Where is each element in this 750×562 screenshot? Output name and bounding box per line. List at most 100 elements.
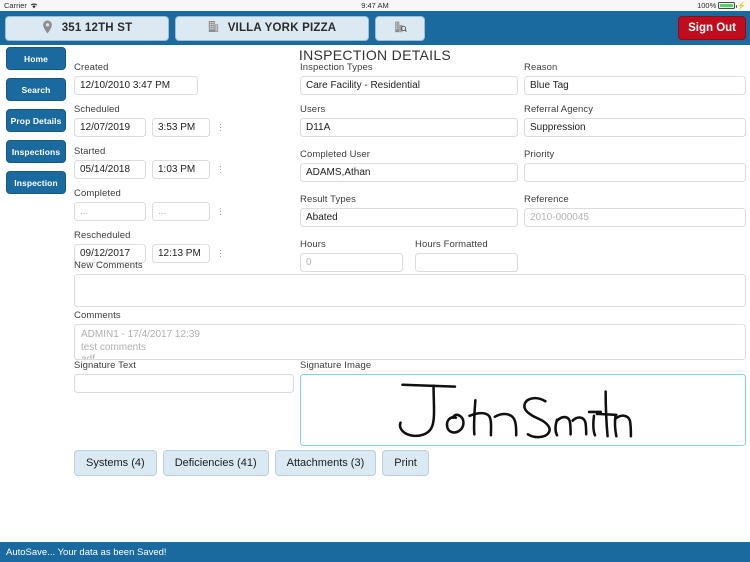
field-scheduled: Scheduled 12/07/2019 3:53 PM xyxy=(74,104,288,137)
started-row: 05/14/2018 1:03 PM xyxy=(74,160,288,179)
field-rescheduled-label: Rescheduled xyxy=(74,230,131,241)
breadcrumb-business-label: VILLA YORK PIZZA xyxy=(227,22,337,34)
sidebar-item-prop-details[interactable]: Prop Details xyxy=(6,109,66,132)
completed-user-input[interactable]: ADAMS,Athan xyxy=(300,163,518,182)
deficiencies-button[interactable]: Deficiencies (41) xyxy=(162,450,269,476)
field-comments-label: Comments xyxy=(74,310,121,321)
print-button[interactable]: Print xyxy=(382,450,429,476)
field-signature-image-label: Signature Image xyxy=(300,360,372,371)
breadcrumb-address-button[interactable]: 351 12TH ST xyxy=(5,15,169,41)
sidebar-item-label: Search xyxy=(21,84,51,95)
field-started-label: Started xyxy=(74,146,106,157)
field-completed-user-label: Completed User xyxy=(300,149,371,160)
systems-button[interactable]: Systems (4) xyxy=(74,450,157,476)
field-reference-label: Reference xyxy=(524,194,569,205)
building-icon xyxy=(208,20,219,36)
attachments-label: Attachments (3) xyxy=(286,457,365,469)
users-input[interactable]: D11A xyxy=(300,118,518,137)
completed-more-icon[interactable] xyxy=(216,202,225,221)
field-result-types: Result Types Abated xyxy=(300,194,518,227)
field-referral-agency-label: Referral Agency xyxy=(524,104,594,115)
sidebar-item-label: Inspection xyxy=(14,177,58,188)
page-title: INSPECTION DETAILS xyxy=(298,47,452,63)
field-signature-text-label: Signature Text xyxy=(74,360,136,371)
field-created: Created 12/10/2010 3:47 PM xyxy=(74,62,288,95)
field-users-label: Users xyxy=(300,104,326,115)
field-inspection-types: Inspection Types Care Facility - Residen… xyxy=(300,62,518,95)
battery-percent-label: 100% xyxy=(697,1,717,10)
scheduled-date-input[interactable]: 12/07/2019 xyxy=(74,118,146,137)
attachments-button[interactable]: Attachments (3) xyxy=(274,450,377,476)
status-bar-clock: 9:47 AM xyxy=(361,1,389,10)
field-reason-label: Reason xyxy=(524,62,558,73)
completed-row: ... ... xyxy=(74,202,288,221)
scheduled-row: 12/07/2019 3:53 PM xyxy=(74,118,288,137)
print-label: Print xyxy=(394,457,417,469)
signout-label: Sign Out xyxy=(688,22,736,34)
breadcrumb-business-button[interactable]: VILLA YORK PIZZA xyxy=(175,15,369,41)
sidebar-item-label: Prop Details xyxy=(10,115,62,126)
signature-text-input[interactable] xyxy=(74,374,294,393)
app-root: Carrier 9:47 AM 100% ⚡ 351 12TH ST VILLA… xyxy=(0,0,750,562)
action-button-row: Systems (4) Deficiencies (41) Attachment… xyxy=(74,450,429,476)
sidebar-item-inspection[interactable]: Inspection xyxy=(6,171,66,194)
map-pin-icon xyxy=(42,20,53,37)
started-date-input[interactable]: 05/14/2018 xyxy=(74,160,146,179)
form-column-middle: Inspection Types Care Facility - Residen… xyxy=(300,62,518,272)
status-bar-left: Carrier xyxy=(4,1,38,10)
inspection-types-input[interactable]: Care Facility - Residential xyxy=(300,76,518,95)
started-more-icon[interactable] xyxy=(216,160,225,179)
started-time-input[interactable]: 1:03 PM xyxy=(152,160,210,179)
field-created-label: Created xyxy=(74,62,109,73)
sidebar-item-inspections[interactable]: Inspections xyxy=(6,140,66,163)
top-toolbar: 351 12TH ST VILLA YORK PIZZA Sign Out xyxy=(0,11,750,45)
field-referral-agency: Referral Agency Suppression xyxy=(524,104,746,137)
reason-input[interactable]: Blue Tag xyxy=(524,76,746,95)
field-inspection-types-label: Inspection Types xyxy=(300,62,373,73)
field-hours-formatted-label: Hours Formatted xyxy=(415,239,488,250)
systems-label: Systems (4) xyxy=(86,457,145,469)
field-signature-text: Signature Text xyxy=(74,360,294,393)
signout-button[interactable]: Sign Out xyxy=(678,16,746,40)
building-search-icon xyxy=(394,20,407,36)
form-column-left: Created 12/10/2010 3:47 PM Scheduled 12/… xyxy=(74,62,288,272)
status-bar-right: 100% ⚡ xyxy=(697,1,746,10)
field-completed: Completed ... ... xyxy=(74,188,288,221)
sidebar-nav: Home Search Prop Details Inspections Ins… xyxy=(6,47,66,194)
field-comments: Comments ADMIN1 - 17/4/2017 12:39 test c… xyxy=(74,310,746,360)
field-new-comments: New Comments xyxy=(74,260,746,307)
signature-image-canvas[interactable] xyxy=(300,374,746,446)
wifi-icon xyxy=(30,2,38,9)
field-users: Users D11A xyxy=(300,104,518,137)
battery-icon xyxy=(718,2,738,9)
ios-status-bar: Carrier 9:47 AM 100% ⚡ xyxy=(0,0,750,11)
reference-input[interactable]: 2010-000045 xyxy=(524,208,746,227)
field-signature-image: Signature Image xyxy=(300,360,746,446)
priority-input[interactable] xyxy=(524,163,746,182)
scheduled-time-input[interactable]: 3:53 PM xyxy=(152,118,210,137)
autosave-status-bar: AutoSave... Your data as been Saved! xyxy=(0,542,750,562)
scheduled-more-icon[interactable] xyxy=(216,118,225,137)
referral-agency-input[interactable]: Suppression xyxy=(524,118,746,137)
field-rescheduled: Rescheduled 09/12/2017 12:13 PM xyxy=(74,230,288,263)
breadcrumb-inspection-button[interactable] xyxy=(375,15,425,41)
created-input[interactable]: 12/10/2010 3:47 PM xyxy=(74,76,198,95)
breadcrumb-address-label: 351 12TH ST xyxy=(61,22,133,34)
sidebar-item-search[interactable]: Search xyxy=(6,78,66,101)
field-scheduled-label: Scheduled xyxy=(74,104,120,115)
field-priority-label: Priority xyxy=(524,149,555,160)
field-completed-user: Completed User ADAMS,Athan xyxy=(300,149,518,182)
completed-date-input[interactable]: ... xyxy=(74,202,146,221)
result-types-input[interactable]: Abated xyxy=(300,208,518,227)
field-reason: Reason Blue Tag xyxy=(524,62,746,95)
new-comments-textarea[interactable] xyxy=(74,274,746,307)
field-priority: Priority xyxy=(524,149,746,182)
form-column-right: Reason Blue Tag Referral Agency Suppress… xyxy=(524,62,746,236)
carrier-label: Carrier xyxy=(4,1,27,10)
deficiencies-label: Deficiencies (41) xyxy=(174,457,257,469)
field-reference: Reference 2010-000045 xyxy=(524,194,746,227)
comments-textarea[interactable]: ADMIN1 - 17/4/2017 12:39 test comments a… xyxy=(74,324,746,360)
completed-time-input[interactable]: ... xyxy=(152,202,210,221)
field-new-comments-label: New Comments xyxy=(74,260,143,271)
sidebar-item-label: Inspections xyxy=(11,146,61,157)
